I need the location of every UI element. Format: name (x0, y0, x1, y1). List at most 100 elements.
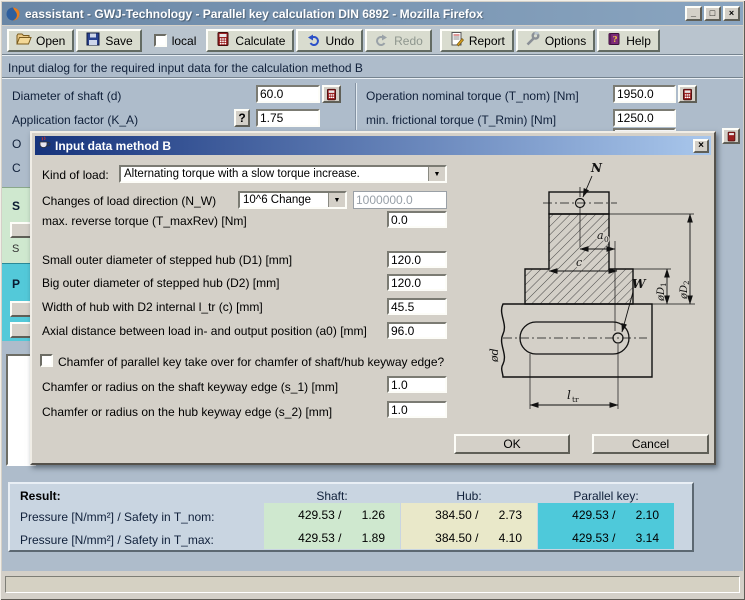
drawing-label-n: N (590, 161, 603, 175)
kind-of-load-label: Kind of load: (42, 168, 109, 182)
shaft-tnom-pressure: 429.53 / (264, 508, 342, 522)
hub-width-label: Width of hub with D2 internal l_tr (c) [… (42, 300, 263, 314)
info-separator (2, 77, 743, 79)
result-panel: Result: Shaft: Hub: Parallel key: Pressu… (8, 482, 694, 552)
help-button[interactable]: ? Help (597, 29, 660, 52)
torque-rmin-field[interactable] (613, 109, 676, 127)
info-line: Input dialog for the required input data… (8, 61, 363, 75)
key-section-panel: P (2, 263, 30, 341)
key-section-initial: P (12, 277, 20, 291)
application-window: eassistant - GWJ-Technology - Parallel k… (0, 0, 745, 600)
key-tmax-safety: 3.14 (616, 531, 674, 545)
load-direction-value: 10^6 Change (240, 194, 328, 206)
result-title: Result: (20, 489, 61, 503)
torque-nom-label: Operation nominal torque (T_nom) [Nm] (366, 89, 579, 103)
hub-chamfer-label: Chamfer or radius on the hub keyway edge… (42, 405, 332, 419)
key-tmax-pressure: 429.53 / (538, 531, 616, 545)
open-button[interactable]: Open (7, 29, 74, 52)
max-reverse-torque-field[interactable] (387, 211, 447, 228)
hub-chamfer-field[interactable] (387, 401, 447, 418)
hub-width-field[interactable] (387, 298, 447, 315)
drawing-label-a0-sub: 0 (604, 235, 609, 244)
load-direction-dropdown[interactable]: 10^6 Change ▼ (238, 191, 347, 209)
help-label: Help (626, 34, 651, 48)
result-row1-label: Pressure [N/mm²] / Safety in T_nom: (20, 510, 215, 524)
window-title: eassistant - GWJ-Technology - Parallel k… (25, 7, 483, 21)
clipped-calc-button[interactable] (722, 128, 740, 144)
options-button[interactable]: Options (516, 29, 595, 52)
clipped-label-row3: O (12, 137, 21, 151)
shaft-chamfer-field[interactable] (387, 376, 447, 393)
kind-of-load-dropdown[interactable]: Alternating torque with a slow torque in… (119, 165, 447, 183)
chevron-down-icon[interactable]: ▼ (328, 193, 345, 207)
floppy-icon (85, 31, 101, 50)
redo-label: Redo (394, 34, 423, 48)
hub-d1-field[interactable] (387, 251, 447, 268)
hub-d2-field[interactable] (387, 274, 447, 291)
diameter-calc-button[interactable] (322, 85, 341, 103)
hub-tmax-values: 384.50 /4.10 (401, 526, 537, 549)
hub-d2-label: Big outer diameter of stepped hub (D2) [… (42, 276, 279, 290)
minimize-button[interactable]: _ (685, 6, 702, 21)
folder-icon (16, 31, 32, 50)
torque-nom-calc-button[interactable] (678, 85, 697, 103)
book-icon: ? (606, 31, 622, 50)
hub-tnom-values: 384.50 /2.73 (401, 503, 537, 526)
drawing-label-c: c (576, 256, 582, 269)
drawing-label-w: W (632, 277, 647, 291)
firefox-icon (5, 6, 21, 22)
clipped-button[interactable] (10, 322, 32, 338)
close-button[interactable]: × (723, 6, 740, 21)
shaft-tmax-safety: 1.89 (342, 531, 400, 545)
torque-nom-field[interactable] (613, 85, 676, 103)
shaft-result-cell: 429.53 /1.26 429.53 /1.89 (264, 503, 400, 549)
drawing-label-d2-sub: 2 (683, 281, 691, 285)
title-bar: eassistant - GWJ-Technology - Parallel k… (2, 2, 743, 25)
application-help-button[interactable]: ? (234, 109, 250, 127)
options-label: Options (545, 34, 586, 48)
calculate-button[interactable]: Calculate (206, 29, 294, 52)
redo-button: Redo (365, 29, 432, 52)
status-bar (5, 576, 740, 593)
hub-d1-label: Small outer diameter of stepped hub (D1)… (42, 253, 292, 267)
undo-label: Undo (325, 34, 354, 48)
ok-button[interactable]: OK (454, 434, 570, 454)
result-col-hub: Hub: (401, 489, 537, 503)
drawing-label-ltr: l (567, 388, 571, 402)
redo-arrow-icon (374, 31, 390, 50)
input-data-dialog: Input data method B × Kind of load: Alte… (30, 131, 716, 465)
report-label: Report (469, 34, 505, 48)
clipped-button[interactable] (10, 222, 32, 238)
cancel-button[interactable]: Cancel (592, 434, 709, 454)
load-direction-label: Changes of load direction (N_W) (42, 194, 216, 208)
application-factor-label: Application factor (K_A) (12, 113, 138, 127)
chamfer-takeover-checkbox[interactable] (40, 354, 53, 367)
hub-tnom-pressure: 384.50 / (401, 508, 479, 522)
shaft-chamfer-label: Chamfer or radius on the shaft keyway ed… (42, 380, 338, 394)
local-checkbox[interactable] (154, 34, 167, 47)
axial-distance-field[interactable] (387, 322, 447, 339)
hub-tmax-pressure: 384.50 / (401, 531, 479, 545)
dialog-close-button[interactable]: × (693, 139, 709, 153)
drawing-label-d1: øD (656, 287, 667, 302)
calculator-icon (215, 31, 231, 50)
save-button[interactable]: Save (76, 29, 141, 52)
maximize-button[interactable]: □ (704, 6, 721, 21)
drawing-label-d2: øD (679, 285, 690, 300)
hub-result-cell: 384.50 /2.73 384.50 /4.10 (401, 503, 537, 549)
report-button[interactable]: Report (440, 29, 514, 52)
key-tnom-pressure: 429.53 / (538, 508, 616, 522)
undo-button[interactable]: Undo (296, 29, 363, 52)
kind-of-load-value: Alternating torque with a slow torque in… (121, 168, 428, 180)
report-document-icon (449, 31, 465, 50)
torque-rmin-label: min. frictional torque (T_Rmin) [Nm] (366, 113, 556, 127)
tools-icon (525, 31, 541, 50)
application-factor-field[interactable] (256, 109, 320, 127)
result-col-key: Parallel key: (538, 489, 674, 503)
key-tmax-values: 429.53 /3.14 (538, 526, 674, 549)
diameter-field[interactable] (256, 85, 320, 103)
chevron-down-icon[interactable]: ▼ (428, 167, 445, 181)
drawing-label-d: ød (488, 348, 501, 363)
clipped-button[interactable] (10, 301, 32, 317)
clipped-label-row4: C (12, 161, 21, 175)
